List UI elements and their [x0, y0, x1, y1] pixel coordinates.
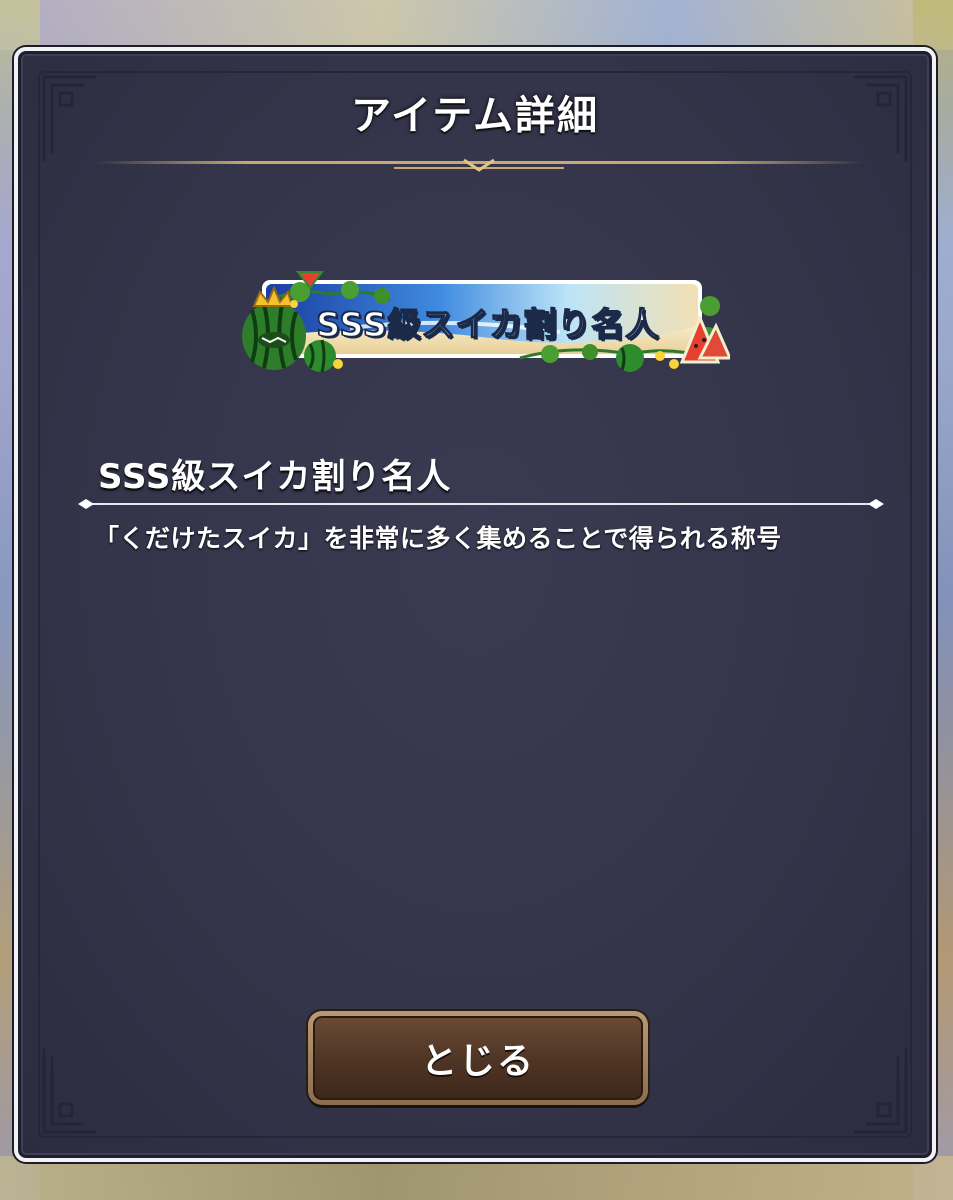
title-divider — [94, 158, 864, 172]
background-bottom — [0, 1156, 953, 1200]
banner-title-text: SSS級スイカ割り名人 — [316, 304, 660, 345]
dialog-title: アイテム詳細 — [351, 93, 599, 139]
item-name: SSS級スイカ割り名人 — [98, 457, 452, 497]
close-button-label: とじる — [420, 1041, 535, 1082]
close-button-face: とじる — [313, 1016, 643, 1100]
item-description: 「くだけたスイカ」を非常に多く集めることで得られる称号 — [94, 524, 782, 553]
title-banner: SSS級スイカ割り名人 — [230, 266, 733, 378]
close-button[interactable]: とじる — [308, 1011, 648, 1105]
item-detail-dialog: アイテム詳細 SSS級スイカ割り名人 SSS級スイカ割り名人 「くだけたスイカ」… — [14, 47, 936, 1162]
background-top — [0, 0, 953, 50]
frame-ornament-icon — [40, 1046, 100, 1136]
item-divider — [78, 499, 884, 509]
frame-ornament-icon — [850, 1046, 910, 1136]
dialog-inner-frame — [38, 71, 912, 1138]
